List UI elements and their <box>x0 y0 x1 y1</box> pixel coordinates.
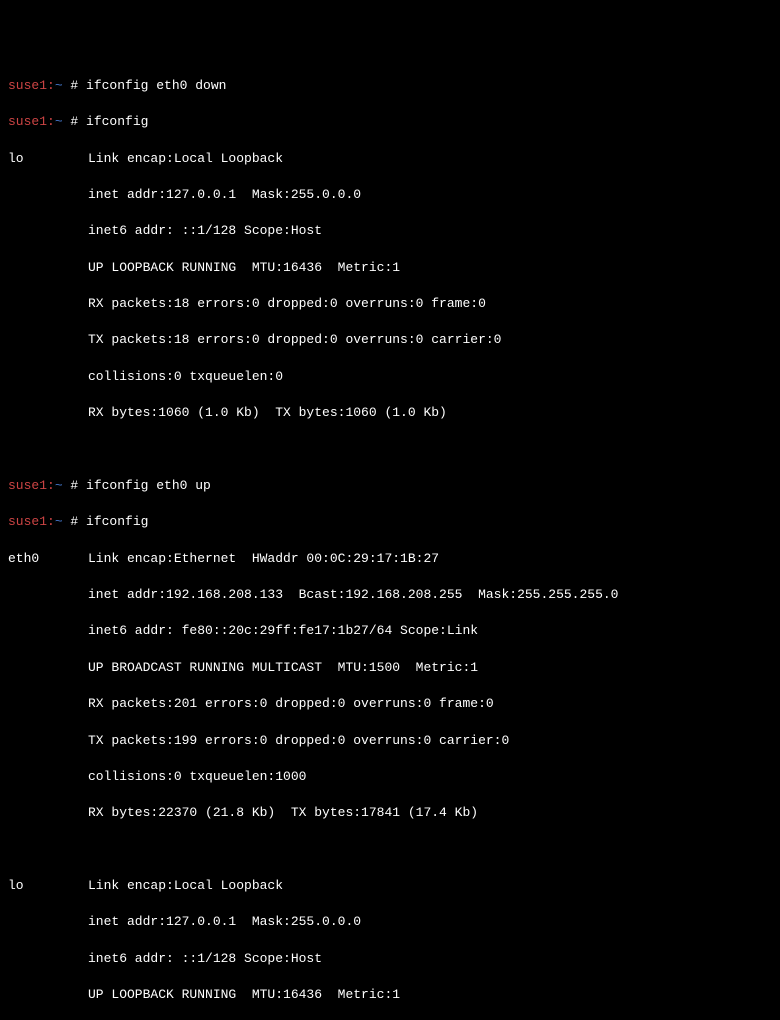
interface-line: collisions:0 txqueuelen:0 <box>8 368 772 386</box>
interface-line: Link encap:Ethernet HWaddr 00:0C:29:17:1… <box>88 550 772 568</box>
prompt-path: ~ <box>55 478 63 493</box>
interface-line: RX packets:201 errors:0 dropped:0 overru… <box>8 695 772 713</box>
interface-line: inet6 addr: fe80::20c:29ff:fe17:1b27/64 … <box>8 622 772 640</box>
interface-line: RX bytes:1060 (1.0 Kb) TX bytes:1060 (1.… <box>8 404 772 422</box>
prompt-host: suse1: <box>8 514 55 529</box>
prompt-host: suse1: <box>8 78 55 93</box>
blank-line <box>8 441 772 459</box>
prompt-line-3: suse1:~ # ifconfig eth0 up <box>8 477 772 495</box>
interface-name: lo <box>8 150 88 168</box>
interface-block-lo: loLink encap:Local Loopback <box>8 877 772 895</box>
prompt-line-2: suse1:~ # ifconfig <box>8 113 772 131</box>
interface-line: inet addr:127.0.0.1 Mask:255.0.0.0 <box>8 913 772 931</box>
command-text: ifconfig eth0 up <box>86 478 211 493</box>
command-text: ifconfig eth0 down <box>86 78 226 93</box>
interface-block-eth0: eth0Link encap:Ethernet HWaddr 00:0C:29:… <box>8 550 772 568</box>
interface-line: UP LOOPBACK RUNNING MTU:16436 Metric:1 <box>8 259 772 277</box>
interface-line: inet6 addr: ::1/128 Scope:Host <box>8 222 772 240</box>
prompt-hash: # <box>63 114 86 129</box>
command-text: ifconfig <box>86 114 148 129</box>
interface-line: RX bytes:22370 (21.8 Kb) TX bytes:17841 … <box>8 804 772 822</box>
interface-line: inet addr:192.168.208.133 Bcast:192.168.… <box>8 586 772 604</box>
interface-line: collisions:0 txqueuelen:1000 <box>8 768 772 786</box>
interface-line: Link encap:Local Loopback <box>88 150 772 168</box>
interface-line: TX packets:18 errors:0 dropped:0 overrun… <box>8 331 772 349</box>
prompt-path: ~ <box>55 114 63 129</box>
prompt-path: ~ <box>55 78 63 93</box>
interface-line: UP LOOPBACK RUNNING MTU:16436 Metric:1 <box>8 986 772 1004</box>
command-text: ifconfig <box>86 514 148 529</box>
interface-name: eth0 <box>8 550 88 568</box>
interface-name: lo <box>8 877 88 895</box>
prompt-path: ~ <box>55 514 63 529</box>
interface-block-lo: loLink encap:Local Loopback <box>8 150 772 168</box>
prompt-host: suse1: <box>8 478 55 493</box>
prompt-hash: # <box>63 514 86 529</box>
prompt-hash: # <box>63 478 86 493</box>
prompt-line-4: suse1:~ # ifconfig <box>8 513 772 531</box>
prompt-hash: # <box>63 78 86 93</box>
interface-line: inet6 addr: ::1/128 Scope:Host <box>8 950 772 968</box>
interface-line: inet addr:127.0.0.1 Mask:255.0.0.0 <box>8 186 772 204</box>
interface-line: TX packets:199 errors:0 dropped:0 overru… <box>8 732 772 750</box>
interface-line: UP BROADCAST RUNNING MULTICAST MTU:1500 … <box>8 659 772 677</box>
prompt-line-1: suse1:~ # ifconfig eth0 down <box>8 77 772 95</box>
blank-line <box>8 841 772 859</box>
interface-line: Link encap:Local Loopback <box>88 877 772 895</box>
interface-line: RX packets:18 errors:0 dropped:0 overrun… <box>8 295 772 313</box>
prompt-host: suse1: <box>8 114 55 129</box>
